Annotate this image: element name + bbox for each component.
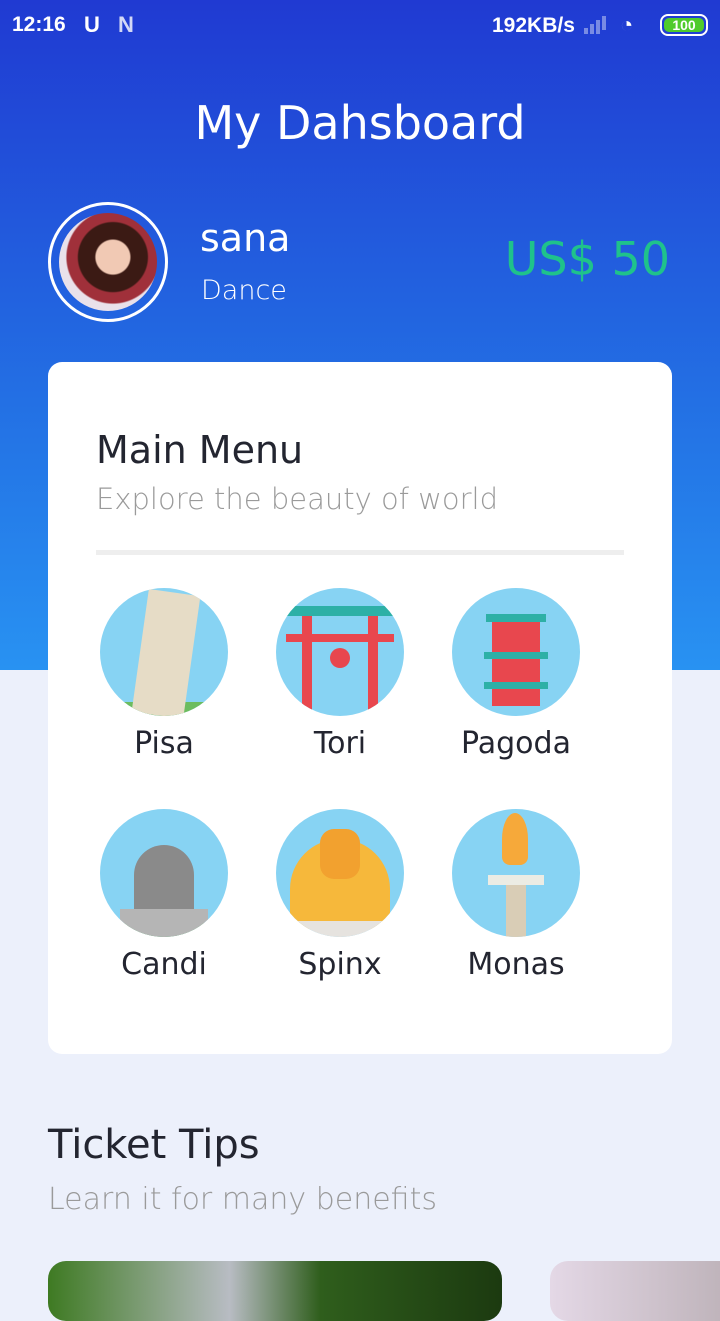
menu-item-spinx[interactable]: Spinx bbox=[252, 809, 428, 982]
pagoda-icon bbox=[452, 588, 580, 716]
avatar[interactable] bbox=[48, 202, 168, 322]
candi-temple-icon bbox=[100, 809, 228, 937]
menu-item-label: Spinx bbox=[298, 947, 382, 982]
menu-item-label: Candi bbox=[121, 947, 207, 982]
menu-item-label: Pagoda bbox=[461, 726, 571, 761]
signal-icon bbox=[584, 16, 606, 34]
menu-item-label: Pisa bbox=[134, 726, 194, 761]
divider bbox=[96, 550, 624, 555]
balance: US$ 50 bbox=[504, 232, 670, 286]
menu-item-label: Monas bbox=[467, 947, 565, 982]
notification-n-icon: N bbox=[118, 12, 134, 37]
menu-item-monas[interactable]: Monas bbox=[428, 809, 604, 982]
menu-item-tori[interactable]: Tori bbox=[252, 588, 428, 761]
notification-u-icon: U bbox=[84, 12, 100, 37]
ticket-tips-subtitle: Learn it for many benefits bbox=[48, 1182, 437, 1217]
main-menu-title: Main Menu bbox=[96, 428, 304, 472]
torii-gate-icon bbox=[276, 588, 404, 716]
menu-item-label: Tori bbox=[313, 726, 367, 761]
wifi-icon: ◔ bbox=[620, 12, 634, 37]
ticket-tips-title: Ticket Tips bbox=[48, 1122, 260, 1168]
user-role: Dance bbox=[201, 275, 287, 306]
menu-item-pisa[interactable]: Pisa bbox=[76, 588, 252, 761]
ticket-tip-card[interactable] bbox=[48, 1261, 502, 1321]
main-menu-card: Main Menu Explore the beauty of world Pi… bbox=[48, 362, 672, 1054]
battery-level: 100 bbox=[664, 18, 704, 32]
monas-monument-icon bbox=[452, 809, 580, 937]
menu-item-pagoda[interactable]: Pagoda bbox=[428, 588, 604, 761]
user-name: sana bbox=[200, 216, 291, 260]
battery-icon: 100 bbox=[660, 14, 708, 36]
menu-item-candi[interactable]: Candi bbox=[76, 809, 252, 982]
pisa-tower-icon bbox=[100, 588, 228, 716]
sphinx-icon bbox=[276, 809, 404, 937]
status-time: 12:16 bbox=[12, 13, 66, 36]
status-bar: 12:16 U N 192KB/s ◔ 100 bbox=[0, 0, 720, 52]
ticket-tip-card[interactable] bbox=[550, 1261, 720, 1321]
network-speed: 192KB/s bbox=[492, 14, 575, 37]
main-menu-subtitle: Explore the beauty of world bbox=[96, 482, 499, 516]
page-title: My Dahsboard bbox=[194, 96, 526, 150]
